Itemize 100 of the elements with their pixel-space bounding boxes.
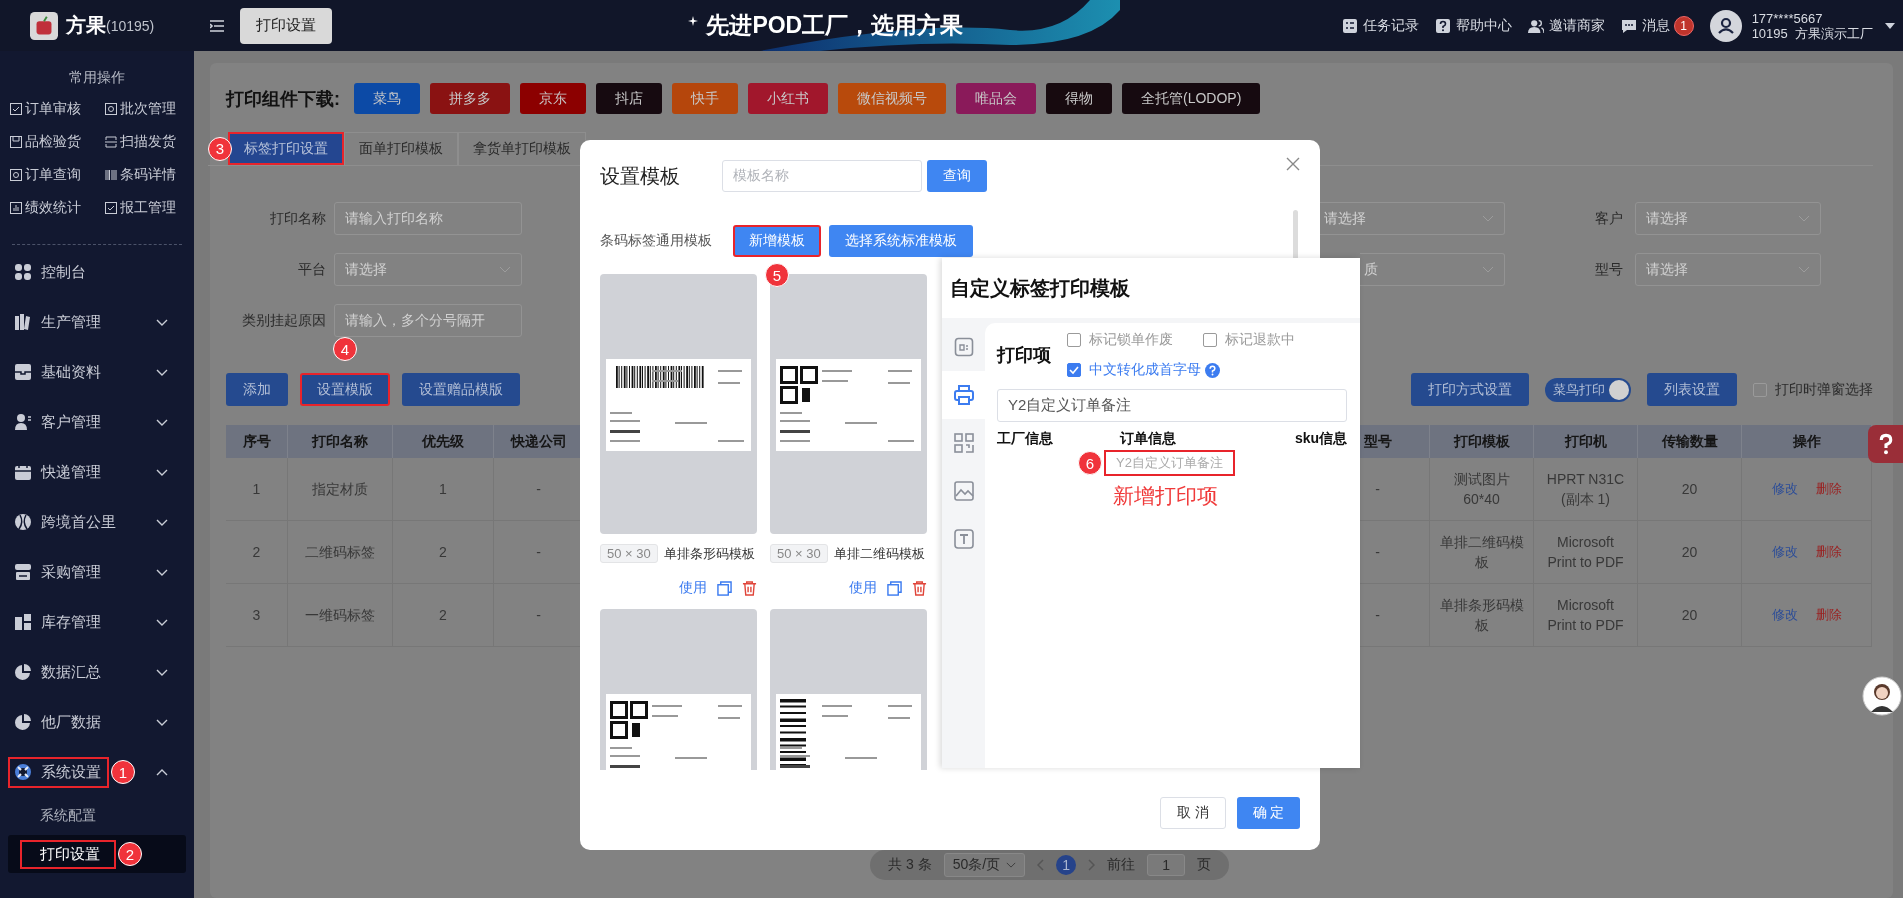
checkbox[interactable]: 标记锁单作废 [1067,331,1183,349]
field-label: 客户 [1594,209,1623,228]
download-button[interactable]: 小红书 [748,83,828,114]
table-cell: 测试图片60*40 [1430,458,1534,521]
chat-icon [1620,17,1637,34]
menu-item[interactable]: 客户管理 [8,406,109,438]
input-field[interactable]: Y2自定义订单备注 [997,389,1347,422]
trash-icon[interactable] [742,580,757,596]
submenu-row[interactable]: 打印设置 2 [8,835,186,873]
checkbox[interactable]: 中文转化成首字母 [1067,361,1201,379]
scroll-thumb[interactable] [1293,210,1298,260]
input-field[interactable]: 请输入打印名称 [334,202,522,235]
header-link[interactable]: 帮助中心 [1434,16,1512,35]
submenu-item[interactable]: 打印设置 [20,839,116,869]
size-tag: 50 × 30 [600,544,658,563]
rail-tab[interactable] [942,371,985,419]
download-button[interactable]: 快手 [672,83,738,114]
quick-link[interactable]: 条码详情 [105,163,194,187]
copy-icon[interactable] [887,580,902,596]
step-badge: 5 [765,263,789,287]
list-settings-button[interactable]: 列表设置 [1647,373,1737,406]
action-button[interactable]: 添加 [226,373,288,406]
download-button[interactable]: 拼多多 [430,83,510,114]
page-size-select[interactable]: 50条/页 [943,853,1026,877]
select-field[interactable]: 请选择 [334,253,522,286]
use-link[interactable]: 使用 [679,579,707,597]
menu-item[interactable]: 他厂数据 [8,706,109,738]
header-link[interactable]: 邀请商家 [1527,16,1605,35]
checkbox-icon [10,103,22,115]
checkbox[interactable]: 标记退款中 [1203,331,1295,349]
add-template-button[interactable]: 新增模板 [733,225,821,257]
column-header: 打印名称 [288,425,393,458]
print-mode-button[interactable]: 打印方式设置 [1411,373,1529,406]
tab[interactable]: 面单打印模板 [344,132,458,165]
grid-icon [15,264,31,280]
menu-item[interactable]: 库存管理 [8,606,109,638]
quick-link[interactable]: 批次管理 [105,97,194,121]
step-badge: 1 [111,760,135,784]
step-badge: 3 [208,136,232,161]
brand-name: 方果 [66,13,106,38]
help-icon[interactable] [1205,362,1220,378]
search-button[interactable]: 查询 [927,160,987,192]
menu-item[interactable]: 基础资料 [8,356,109,388]
cancel-button[interactable]: 取 消 [1160,797,1226,829]
input-field[interactable]: 请输入，多个分号隔开 [334,304,522,337]
download-button[interactable]: 微信视频号 [838,83,946,114]
page-tab[interactable]: 打印设置 [240,7,332,44]
menu-item[interactable]: 采购管理 [8,556,109,588]
trash-icon[interactable] [912,580,927,596]
quick-link[interactable]: 品检验货 [10,130,105,154]
printer-icon [953,385,974,405]
quick-link[interactable]: 绩效统计 [10,196,105,220]
use-link[interactable]: 使用 [849,579,877,597]
download-button[interactable]: 菜鸟 [354,83,420,114]
submenu-item[interactable]: 系统配置 [20,802,112,830]
download-button[interactable]: 京东 [520,83,586,114]
confirm-button[interactable]: 确 定 [1237,797,1300,829]
select-field[interactable]: 请选择 [1635,253,1821,286]
assistant-avatar-icon[interactable] [1862,676,1902,716]
download-button[interactable]: 抖店 [596,83,662,114]
submenu-row[interactable]: 系统配置 [8,797,186,835]
step-badge: 2 [118,842,142,866]
toggle-switch[interactable]: 菜鸟打印 [1545,377,1631,402]
print-item-chip[interactable]: Y2自定义订单备注 [1104,450,1235,476]
download-button[interactable]: 得物 [1046,83,1112,114]
menu-item[interactable]: 快递管理 [8,456,109,488]
avatar-icon[interactable] [1709,9,1742,42]
tab[interactable]: 标签打印设置 [228,132,344,165]
system-template-button[interactable]: 选择系统标准模板 [829,225,973,257]
table-cell: 1 [393,458,494,521]
menu-item[interactable]: 生产管理 [8,306,109,338]
page-number[interactable]: 1 [1056,855,1077,875]
header-link[interactable]: 任务记录 [1341,16,1419,35]
action-button[interactable]: 设置模版 [300,373,390,406]
menu-item[interactable]: 控制台 [8,256,94,288]
select-field[interactable]: 请选择 [1635,202,1821,235]
select-field[interactable]: 请选择 [1320,202,1505,235]
select-field[interactable]: 质 [1360,253,1505,286]
header-link[interactable]: 消息 [1620,16,1670,35]
calendar-icon [15,464,31,480]
menu-item[interactable]: 跨境首公里 [8,506,124,538]
checkbox[interactable]: 打印时弹窗选择 [1753,380,1873,399]
close-icon[interactable] [1286,157,1300,171]
quick-link[interactable]: 扫描发货 [105,130,194,154]
pie-chart-icon [15,714,31,730]
quick-link[interactable]: 报工管理 [105,196,194,220]
question-icon [1877,433,1894,455]
table-cell: 单排二维码模板 [1430,521,1534,584]
quick-link[interactable]: 订单审核 [10,97,105,121]
download-button[interactable]: 唯品会 [956,83,1036,114]
download-button[interactable]: 全托管(LODOP) [1122,83,1261,114]
page-input[interactable]: 1 [1147,854,1185,876]
person-icon [15,414,31,430]
quick-link[interactable]: 订单查询 [10,163,105,187]
copy-icon[interactable] [717,580,732,596]
menu-item[interactable]: 数据汇总 [8,656,109,688]
action-button[interactable]: 设置赠品模版 [402,373,520,406]
menu-icon[interactable] [210,19,224,32]
help-tab[interactable] [1868,425,1903,463]
caret-icon[interactable] [1885,22,1895,29]
